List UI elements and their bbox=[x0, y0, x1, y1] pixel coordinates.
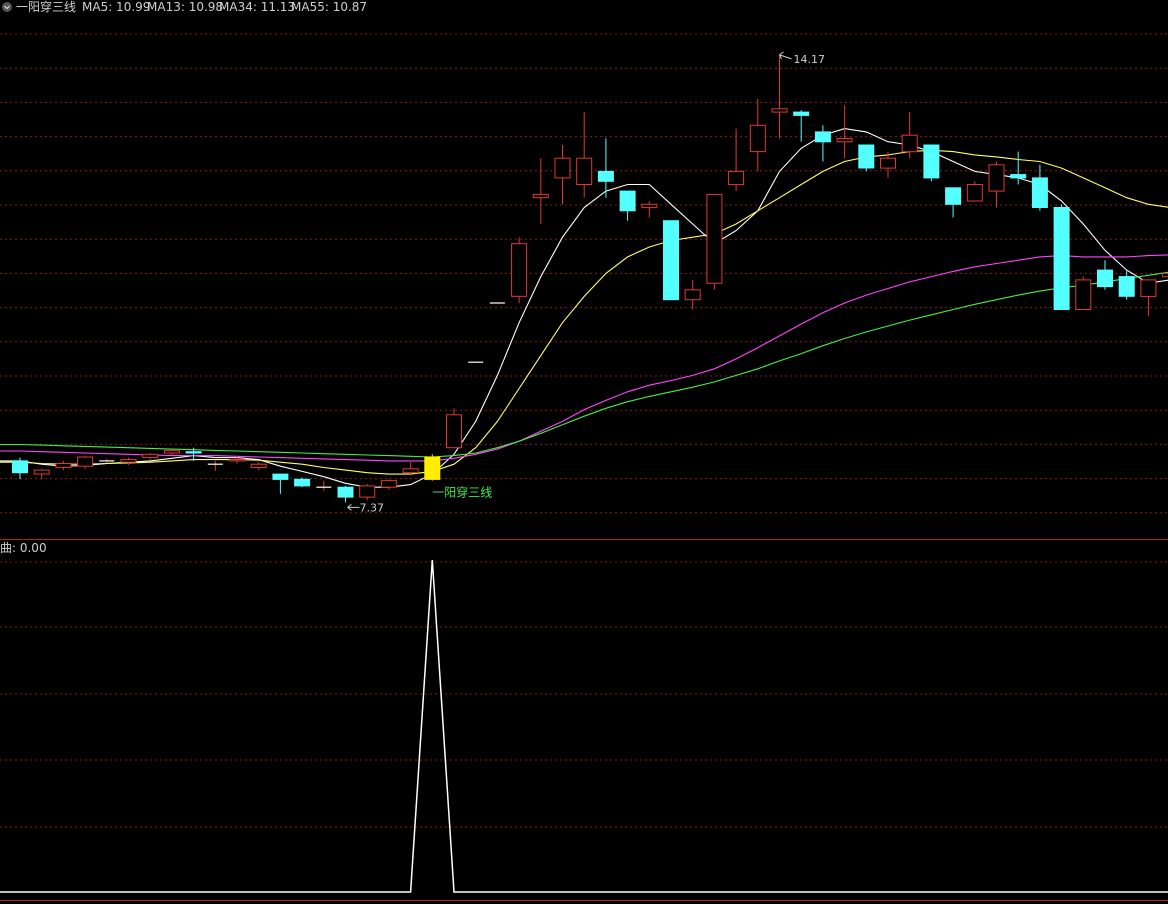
main-header: 一阳穿三线 MA5: 10.99 MA13: 10.98 MA34: 11.13… bbox=[2, 0, 367, 14]
legend-ma34: MA34: 11.13 bbox=[219, 0, 295, 14]
candle bbox=[663, 220, 679, 301]
candle-body bbox=[576, 157, 593, 185]
candle-body bbox=[359, 485, 376, 498]
candle-body bbox=[77, 456, 94, 467]
candle-body bbox=[12, 460, 28, 474]
candle-body bbox=[663, 220, 679, 301]
low-price-label: 7.37 bbox=[360, 501, 385, 514]
indicator-name: 一阳穿三线 bbox=[16, 0, 76, 14]
candle-body bbox=[619, 190, 636, 212]
candle-body bbox=[684, 289, 701, 301]
candle-body bbox=[33, 469, 50, 475]
candle-body bbox=[250, 463, 267, 469]
candle-body bbox=[337, 486, 354, 498]
legend-ma13: MA13: 10.98 bbox=[147, 0, 223, 14]
legend-ma5: MA5: 10.99 bbox=[82, 0, 150, 14]
candle bbox=[923, 144, 940, 182]
candle bbox=[424, 454, 441, 481]
chart-stage: 一阳穿三线 MA5: 10.99 MA13: 10.98 MA34: 11.13… bbox=[0, 0, 1168, 904]
candle-body bbox=[424, 456, 441, 480]
signal-label: 一阳穿三线 bbox=[432, 485, 492, 500]
candle-body bbox=[511, 243, 528, 297]
candle bbox=[706, 193, 723, 290]
candle-body bbox=[1097, 269, 1113, 288]
candle-body bbox=[163, 449, 180, 454]
high-price-label: 14.17 bbox=[794, 53, 826, 66]
candle-body bbox=[749, 124, 766, 153]
candle bbox=[966, 181, 983, 202]
candle-body bbox=[793, 111, 810, 116]
candle-body bbox=[988, 164, 1005, 192]
candle-body bbox=[901, 134, 918, 153]
candle-body bbox=[55, 463, 72, 468]
candle-body bbox=[597, 170, 614, 182]
candle-body bbox=[229, 459, 245, 462]
candle-body bbox=[1162, 272, 1168, 278]
candle-body bbox=[641, 203, 658, 209]
candle-body bbox=[294, 478, 311, 487]
collapse-icon[interactable] bbox=[2, 2, 12, 12]
candle-body bbox=[706, 193, 723, 284]
candle-body bbox=[1075, 279, 1092, 310]
candle-body bbox=[380, 480, 397, 488]
candle-body bbox=[185, 451, 202, 454]
candle bbox=[1075, 276, 1092, 310]
candle-body bbox=[728, 170, 745, 186]
candle-body bbox=[923, 144, 940, 179]
candle-body bbox=[1053, 207, 1070, 310]
candle-body bbox=[402, 468, 419, 474]
sub-indicator-label: 曲: 0.00 bbox=[0, 541, 47, 555]
candle-body bbox=[814, 131, 831, 143]
candle-body bbox=[120, 459, 137, 463]
candle-body bbox=[1118, 276, 1135, 297]
candle-body bbox=[446, 414, 462, 449]
candle bbox=[1053, 204, 1070, 310]
candle-body bbox=[880, 157, 896, 169]
candle-body bbox=[1140, 279, 1157, 297]
candle-body bbox=[1010, 174, 1027, 179]
candle-body bbox=[858, 144, 875, 169]
candle-body bbox=[945, 187, 962, 205]
legend-ma55: MA55: 10.87 bbox=[291, 0, 367, 14]
candle-body bbox=[554, 157, 571, 179]
candle-body bbox=[1031, 177, 1048, 208]
candle bbox=[294, 477, 311, 488]
candle-body bbox=[836, 138, 853, 143]
candle-body bbox=[272, 473, 289, 480]
candle bbox=[858, 144, 875, 172]
candle-body bbox=[966, 184, 983, 202]
candle bbox=[511, 237, 528, 303]
candle-body bbox=[532, 193, 549, 199]
candle-body bbox=[142, 453, 159, 459]
candle-body bbox=[771, 108, 788, 113]
